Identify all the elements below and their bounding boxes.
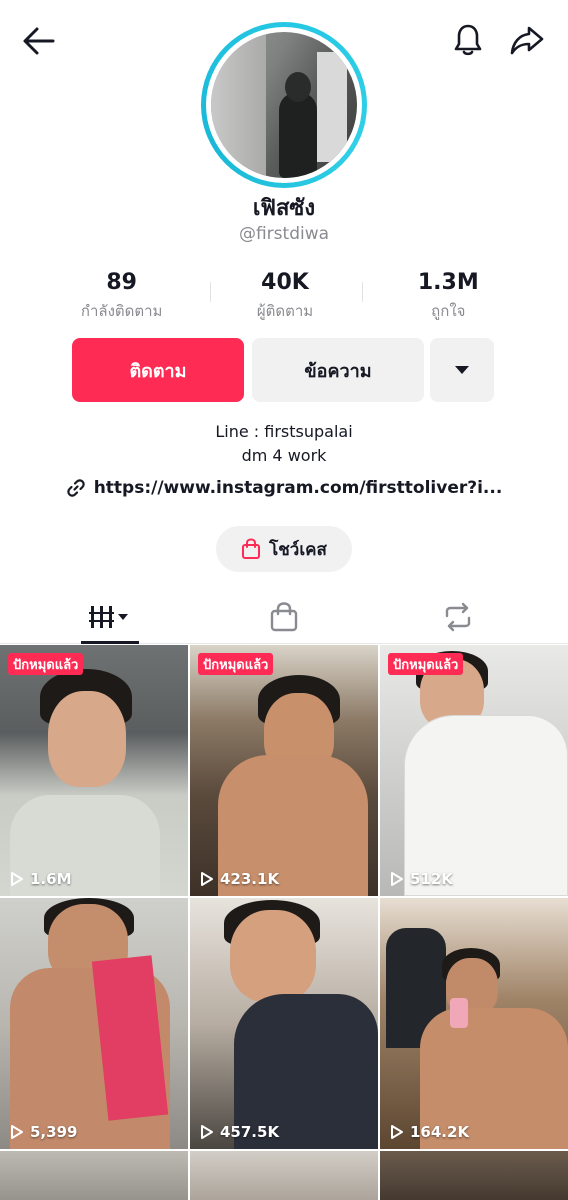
bio-link-text: https://www.instagram.com/firsttoliver?i… [93, 478, 503, 498]
active-tab-indicator [81, 641, 139, 644]
back-button[interactable] [18, 20, 60, 62]
video-thumbnail[interactable]: ปักหมุดแล้ว 1.6M [0, 645, 188, 896]
video-thumbnail[interactable]: 5,399 [0, 898, 188, 1149]
repost-icon [445, 602, 470, 632]
stat-divider [210, 282, 211, 302]
video-thumbnail[interactable]: ปักหมุดแล้ว 423.1K [190, 645, 378, 896]
following-count: 89 [106, 270, 137, 295]
tab-shop[interactable] [189, 590, 378, 644]
video-thumbnail[interactable] [190, 1151, 378, 1200]
tab-videos[interactable] [15, 590, 204, 644]
view-count: 423.1K [200, 870, 279, 888]
view-count: 1.6M [10, 870, 72, 888]
view-count-text: 512K [410, 870, 453, 888]
likes-stat: 1.3M ถูกใจ [367, 270, 530, 324]
showcase-button[interactable]: โชว์เคส [216, 526, 352, 572]
likes-label: ถูกใจ [431, 302, 466, 320]
bio-line: dm 4 work [241, 446, 327, 465]
link-icon [66, 479, 85, 497]
view-count: 164.2K [390, 1123, 469, 1141]
play-icon [11, 1125, 23, 1139]
pinned-badge: ปักหมุดแล้ว [388, 653, 464, 675]
follow-button[interactable]: ติดตาม [72, 338, 244, 402]
pinned-badge: ปักหมุดแล้ว [198, 653, 274, 675]
message-button[interactable]: ข้อความ [252, 338, 424, 402]
play-icon [391, 872, 403, 886]
arrow-left-icon [23, 27, 55, 55]
shopping-bag-icon [270, 602, 297, 632]
profile-stats: 89 กำลังติดตาม 40K ผู้ติดตาม 1.3M ถูกใจ [40, 270, 530, 324]
play-icon [201, 872, 213, 886]
content-tabs [0, 590, 568, 644]
view-count: 457.5K [200, 1123, 279, 1141]
view-count-text: 5,399 [30, 1123, 78, 1141]
followers-stat[interactable]: 40K ผู้ติดตาม [203, 270, 366, 324]
pinned-badge: ปักหมุดแล้ว [8, 653, 84, 675]
share-button[interactable] [505, 18, 549, 62]
video-thumbnail[interactable]: 457.5K [190, 898, 378, 1149]
grid-icon [88, 606, 128, 628]
username: @firstdiwa [238, 224, 330, 244]
avatar [211, 32, 357, 178]
stat-divider [362, 282, 363, 302]
play-icon [391, 1125, 403, 1139]
showcase-label: โชว์เคส [269, 539, 327, 560]
view-count: 5,399 [10, 1123, 77, 1141]
share-arrow-icon [510, 26, 544, 55]
bio: Line : firstsupalai dm 4 work [0, 420, 568, 468]
more-options-button[interactable] [430, 338, 494, 402]
play-icon [11, 872, 23, 886]
bell-icon [454, 24, 482, 56]
view-count-text: 423.1K [220, 870, 280, 888]
view-count-text: 1.6M [30, 870, 72, 888]
video-thumbnail[interactable] [380, 1151, 568, 1200]
avatar-ring[interactable] [201, 22, 367, 188]
tab-reposts[interactable] [363, 590, 552, 644]
video-thumbnail[interactable]: 164.2K [380, 898, 568, 1149]
view-count-text: 164.2K [410, 1123, 470, 1141]
following-label: กำลังติดตาม [80, 302, 163, 320]
notifications-button[interactable] [446, 18, 490, 62]
view-count-text: 457.5K [220, 1123, 280, 1141]
likes-count: 1.3M [417, 270, 479, 295]
shopping-bag-icon [242, 538, 261, 559]
play-icon [201, 1125, 213, 1139]
view-count: 512K [390, 870, 453, 888]
caret-down-icon [455, 366, 469, 374]
video-thumbnail[interactable] [0, 1151, 188, 1200]
video-thumbnail[interactable]: ปักหมุดแล้ว 512K [380, 645, 568, 896]
followers-label: ผู้ติดตาม [256, 302, 314, 320]
bio-link[interactable]: https://www.instagram.com/firsttoliver?i… [0, 478, 568, 498]
display-name: เฟิสซัง [252, 196, 316, 221]
followers-count: 40K [261, 270, 309, 295]
following-stat[interactable]: 89 กำลังติดตาม [40, 270, 203, 324]
bio-line: Line : firstsupalai [215, 422, 353, 441]
